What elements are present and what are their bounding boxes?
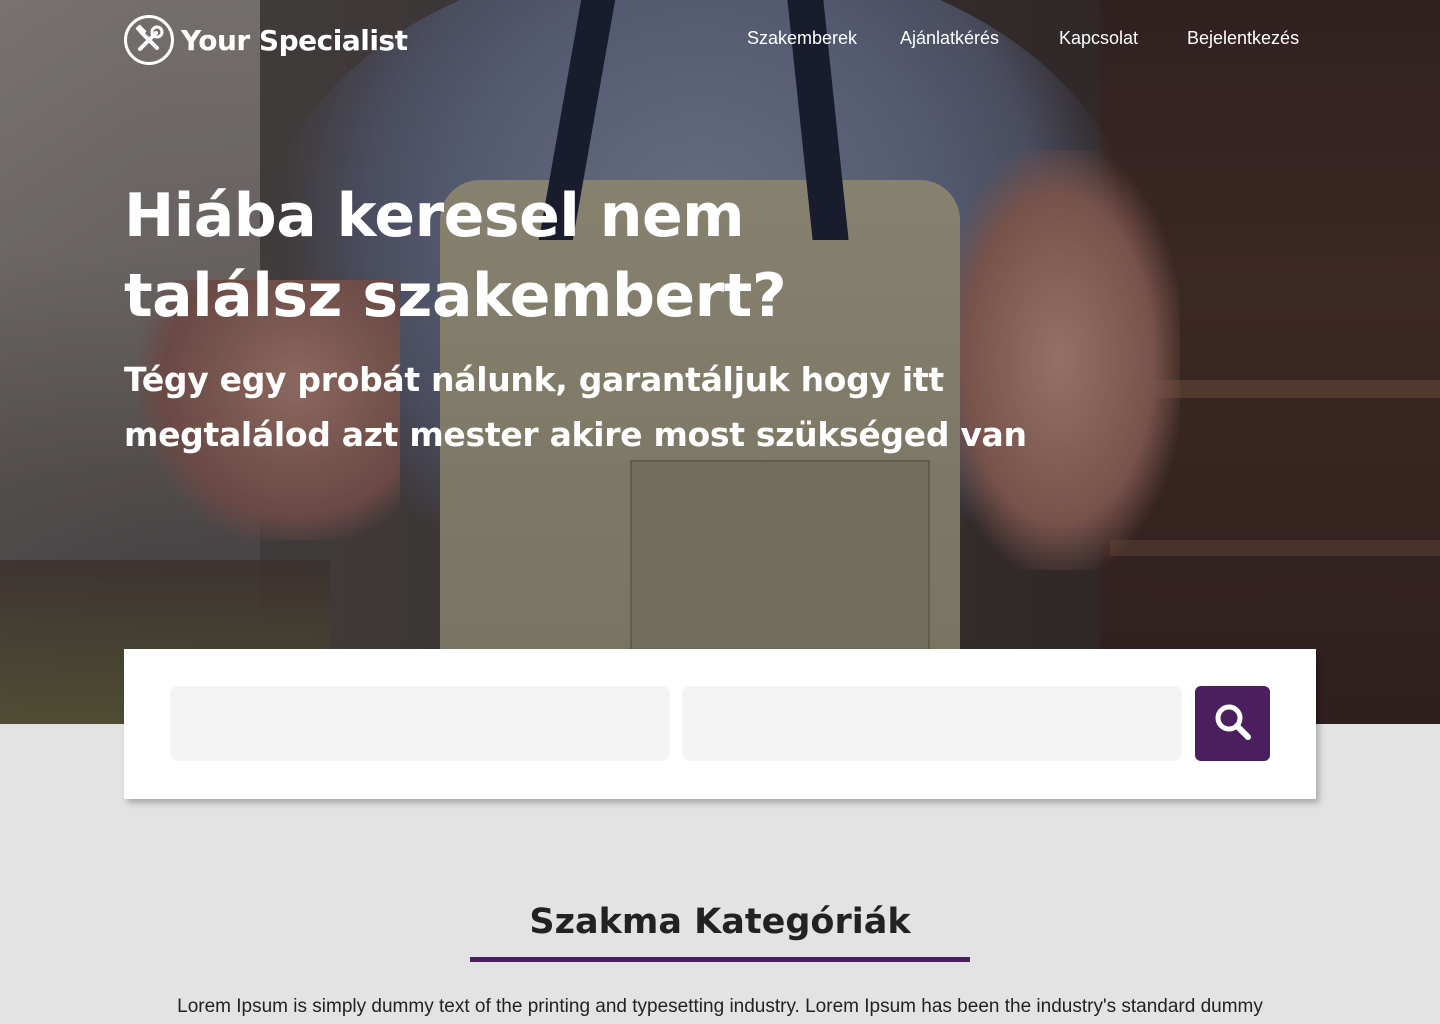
search-button[interactable] — [1195, 686, 1270, 761]
hero-title-line-2: találsz szakembert? — [124, 261, 787, 331]
search-card — [124, 649, 1316, 799]
nav-item-bejelentkezes[interactable]: Bejelentkezés — [1187, 28, 1299, 49]
search-icon — [1212, 701, 1254, 746]
hero-subtitle-line-2: megtalálod azt mester akire most szükség… — [124, 415, 1027, 454]
hero-subtitle-line-1: Tégy egy probát nálunk, garantáljuk hogy… — [124, 360, 944, 399]
categories-title: Szakma Kategóriák — [529, 902, 911, 942]
search-input-location[interactable] — [682, 686, 1182, 761]
categories-title-underline — [470, 957, 970, 962]
nav-item-szakemberek[interactable]: Szakemberek — [747, 28, 857, 49]
categories-description: Lorem Ipsum is simply dummy text of the … — [177, 996, 1263, 1017]
nav-item-ajanlatkeres[interactable]: Ajánlatkérés — [900, 28, 999, 49]
hero-title: Hiába keresel nem találsz szakembert? — [124, 176, 884, 336]
top-navigation: Your Specialist Szakemberek Ajánlatkérés… — [0, 0, 1440, 80]
search-input-profession[interactable] — [170, 686, 670, 761]
nav-item-kapcsolat[interactable]: Kapcsolat — [1059, 28, 1138, 49]
main-menu: Szakemberek Ajánlatkérés Kapcsolat Bejel… — [0, 28, 1440, 52]
hero-subtitle: Tégy egy probát nálunk, garantáljuk hogy… — [124, 352, 1084, 462]
hero-title-line-1: Hiába keresel nem — [124, 181, 745, 251]
